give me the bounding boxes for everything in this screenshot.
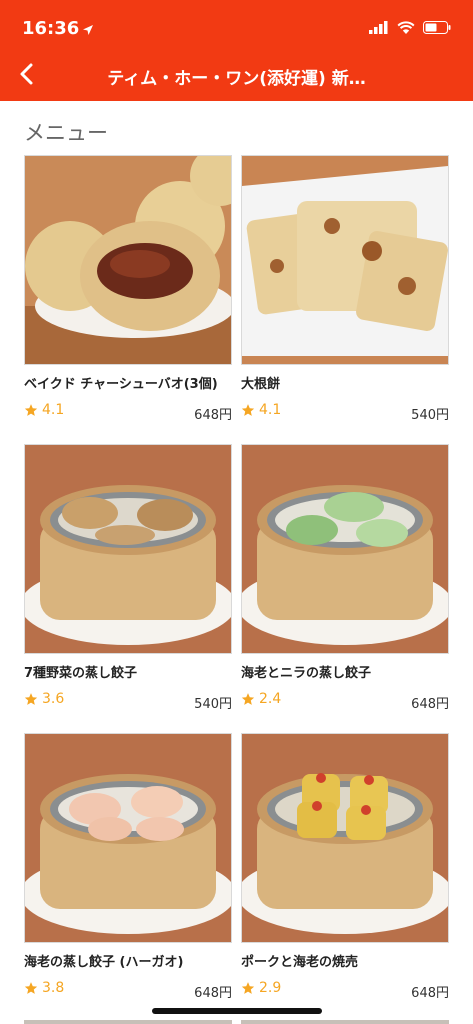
menu-item-rating: 3.8 — [24, 980, 64, 996]
menu-item-card[interactable]: 海老とニラの蒸し餃子 2.4 648円 — [241, 444, 449, 714]
menu-item-rating: 2.9 — [241, 980, 281, 996]
star-icon — [24, 404, 38, 416]
battery-icon — [423, 19, 451, 38]
star-icon — [241, 404, 255, 416]
rating-value: 4.1 — [42, 402, 65, 418]
menu-item-photo — [241, 444, 449, 654]
star-icon — [241, 982, 255, 994]
menu-item-rating: 2.4 — [241, 691, 281, 707]
rating-value: 3.8 — [42, 980, 65, 996]
menu-item-price: 648円 — [411, 986, 449, 1001]
star-icon — [24, 693, 38, 705]
next-row-photo-edge — [241, 1020, 449, 1024]
menu-item-price: 540円 — [411, 408, 449, 423]
rating-value: 4.1 — [259, 402, 282, 418]
menu-item-card[interactable]: ベイクド チャーシューバオ(3個) 4.1 648円 — [24, 155, 232, 425]
chevron-left-icon — [20, 63, 33, 85]
menu-item-name: 大根餅 — [241, 377, 281, 392]
wifi-icon — [397, 19, 415, 38]
menu-item-rating: 4.1 — [24, 402, 64, 418]
section-title: メニュー — [24, 121, 108, 145]
menu-item-card[interactable]: 大根餅 4.1 540円 — [241, 155, 449, 425]
menu-item-name: ベイクド チャーシューバオ(3個) — [24, 377, 218, 392]
star-icon — [24, 982, 38, 994]
menu-item-name: 海老の蒸し餃子 (ハーガオ) — [24, 955, 184, 970]
menu-item-rating: 4.1 — [241, 402, 281, 418]
page-title: ティム・ホー・ワン(添好運) 新… — [107, 69, 366, 89]
menu-item-photo — [241, 155, 449, 365]
status-icons — [369, 19, 451, 38]
next-row-photo-edge — [24, 1020, 232, 1024]
back-button[interactable] — [14, 60, 42, 88]
menu-item-card[interactable]: ポークと海老の焼売 2.9 648円 — [241, 733, 449, 1003]
menu-item-name: 7種野菜の蒸し餃子 — [24, 666, 138, 681]
rating-value: 3.6 — [42, 691, 65, 707]
menu-item-card[interactable]: 7種野菜の蒸し餃子 3.6 540円 — [24, 444, 232, 714]
rating-value: 2.9 — [259, 980, 282, 996]
location-arrow-icon — [82, 21, 94, 40]
menu-item-photo — [24, 444, 232, 654]
app-header: 16:36 ティム・ホー・ワン(添好運) 新… — [0, 0, 473, 101]
status-time: 16:36 — [22, 18, 80, 39]
menu-item-price: 648円 — [194, 408, 232, 423]
menu-item-card[interactable]: 海老の蒸し餃子 (ハーガオ) 3.8 648円 — [24, 733, 232, 1003]
star-icon — [241, 693, 255, 705]
menu-item-price: 540円 — [194, 697, 232, 712]
menu-item-photo — [24, 155, 232, 365]
rating-value: 2.4 — [259, 691, 282, 707]
signal-icon — [369, 19, 389, 38]
menu-item-photo — [24, 733, 232, 943]
home-indicator[interactable] — [152, 1008, 322, 1014]
menu-item-name: 海老とニラの蒸し餃子 — [241, 666, 372, 681]
menu-item-photo — [241, 733, 449, 943]
menu-item-name: ポークと海老の焼売 — [241, 955, 359, 970]
menu-item-price: 648円 — [194, 986, 232, 1001]
menu-item-price: 648円 — [411, 697, 449, 712]
menu-item-rating: 3.6 — [24, 691, 64, 707]
